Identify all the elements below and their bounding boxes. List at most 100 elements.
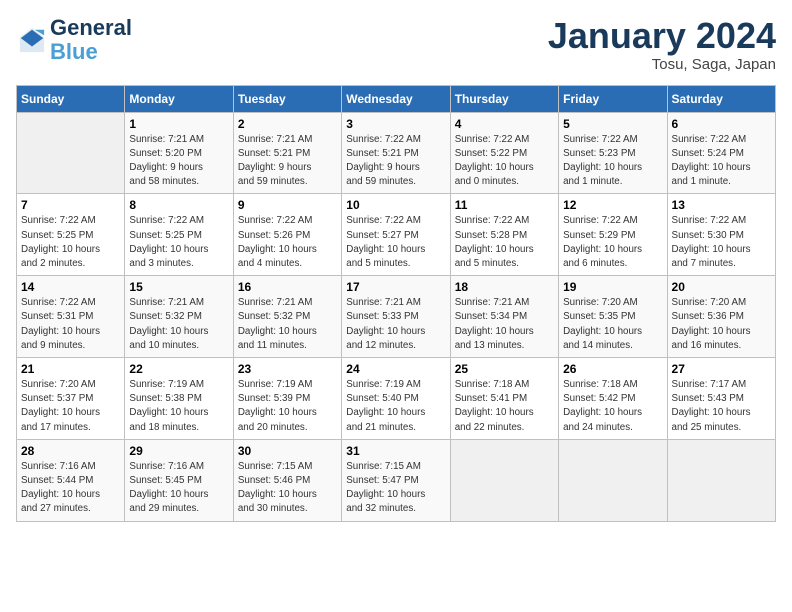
day-number: 9 xyxy=(238,198,337,212)
day-number: 12 xyxy=(563,198,662,212)
day-cell: 22Sunrise: 7:19 AMSunset: 5:38 PMDayligh… xyxy=(125,358,233,440)
day-number: 14 xyxy=(21,280,120,294)
logo-text: GeneralBlue xyxy=(50,16,132,64)
day-number: 7 xyxy=(21,198,120,212)
day-number: 26 xyxy=(563,362,662,376)
calendar-body: 1 Sunrise: 7:21 AMSunset: 5:20 PMDaylight… xyxy=(17,112,776,521)
day-info: Sunrise: 7:19 AMSunset: 5:39 PMDaylight:… xyxy=(238,378,337,435)
day-info: Sunrise: 7:21 AMSunset: 5:32 PMDaylight:… xyxy=(238,296,337,353)
calendar-table: Sunday Monday Tuesday Wednesday Thursday… xyxy=(16,85,776,522)
day-info: Sunrise: 7:19 AMSunset: 5:40 PMDaylight:… xyxy=(346,378,445,435)
logo: GeneralBlue xyxy=(16,16,132,64)
day-cell: 12 Sunrise: 7:22 AMSunset: 5:29 PMDayligh… xyxy=(559,194,667,276)
day-cell: 31 Sunrise: 7:15 AMSunset: 5:47 PMDayligh… xyxy=(342,439,450,521)
day-info: Sunrise: 7:18 AMSunset: 5:42 PMDaylight:… xyxy=(563,378,662,435)
day-number: 18 xyxy=(455,280,554,294)
day-cell: 6 Sunrise: 7:22 AMSunset: 5:24 PMDaylight… xyxy=(667,112,775,194)
day-number: 20 xyxy=(672,280,771,294)
day-cell: 8Sunrise: 7:22 AMSunset: 5:25 PMDaylight… xyxy=(125,194,233,276)
day-number: 5 xyxy=(563,117,662,131)
day-cell: 9 Sunrise: 7:22 AMSunset: 5:26 PMDaylight… xyxy=(233,194,341,276)
week-row-3: 21Sunrise: 7:20 AMSunset: 5:37 PMDayligh… xyxy=(17,358,776,440)
day-cell: 17 Sunrise: 7:21 AMSunset: 5:33 PMDayligh… xyxy=(342,276,450,358)
day-info: Sunrise: 7:21 AMSunset: 5:21 PMDaylight:… xyxy=(238,133,337,190)
day-number: 16 xyxy=(238,280,337,294)
col-saturday: Saturday xyxy=(667,85,775,112)
col-thursday: Thursday xyxy=(450,85,558,112)
title-block: January 2024 Tosu, Saga, Japan xyxy=(548,16,776,73)
day-cell: 3 Sunrise: 7:22 AMSunset: 5:21 PMDaylight… xyxy=(342,112,450,194)
day-cell: 13Sunrise: 7:22 AMSunset: 5:30 PMDayligh… xyxy=(667,194,775,276)
day-info: Sunrise: 7:15 AMSunset: 5:46 PMDaylight:… xyxy=(238,460,337,517)
day-info: Sunrise: 7:22 AMSunset: 5:29 PMDaylight:… xyxy=(563,214,662,271)
day-cell: 19Sunrise: 7:20 AMSunset: 5:35 PMDayligh… xyxy=(559,276,667,358)
day-cell xyxy=(559,439,667,521)
col-wednesday: Wednesday xyxy=(342,85,450,112)
day-number: 11 xyxy=(455,198,554,212)
day-info: Sunrise: 7:21 AMSunset: 5:20 PMDaylight:… xyxy=(129,133,228,190)
day-info: Sunrise: 7:21 AMSunset: 5:34 PMDaylight:… xyxy=(455,296,554,353)
day-cell: 28Sunrise: 7:16 AMSunset: 5:44 PMDayligh… xyxy=(17,439,125,521)
day-cell: 24 Sunrise: 7:19 AMSunset: 5:40 PMDayligh… xyxy=(342,358,450,440)
day-cell: 25Sunrise: 7:18 AMSunset: 5:41 PMDayligh… xyxy=(450,358,558,440)
day-number: 21 xyxy=(21,362,120,376)
day-number: 10 xyxy=(346,198,445,212)
day-info: Sunrise: 7:15 AMSunset: 5:47 PMDaylight:… xyxy=(346,460,445,517)
day-cell xyxy=(17,112,125,194)
week-row-0: 1 Sunrise: 7:21 AMSunset: 5:20 PMDaylight… xyxy=(17,112,776,194)
day-number: 2 xyxy=(238,117,337,131)
day-cell: 15 Sunrise: 7:21 AMSunset: 5:32 PMDayligh… xyxy=(125,276,233,358)
day-info: Sunrise: 7:22 AMSunset: 5:30 PMDaylight:… xyxy=(672,214,771,271)
col-friday: Friday xyxy=(559,85,667,112)
col-monday: Monday xyxy=(125,85,233,112)
day-number: 15 xyxy=(129,280,228,294)
day-info: Sunrise: 7:22 AMSunset: 5:23 PMDaylight:… xyxy=(563,133,662,190)
day-info: Sunrise: 7:22 AMSunset: 5:26 PMDaylight:… xyxy=(238,214,337,271)
day-number: 6 xyxy=(672,117,771,131)
week-row-1: 7Sunrise: 7:22 AMSunset: 5:25 PMDaylight… xyxy=(17,194,776,276)
day-cell: 27Sunrise: 7:17 AMSunset: 5:43 PMDayligh… xyxy=(667,358,775,440)
day-cell: 2 Sunrise: 7:21 AMSunset: 5:21 PMDaylight… xyxy=(233,112,341,194)
day-cell: 26 Sunrise: 7:18 AMSunset: 5:42 PMDayligh… xyxy=(559,358,667,440)
day-info: Sunrise: 7:20 AMSunset: 5:36 PMDaylight:… xyxy=(672,296,771,353)
day-info: Sunrise: 7:16 AMSunset: 5:44 PMDaylight:… xyxy=(21,460,120,517)
day-cell: 7Sunrise: 7:22 AMSunset: 5:25 PMDaylight… xyxy=(17,194,125,276)
day-cell xyxy=(667,439,775,521)
month-title: January 2024 xyxy=(548,16,776,56)
day-cell xyxy=(450,439,558,521)
day-info: Sunrise: 7:21 AMSunset: 5:32 PMDaylight:… xyxy=(129,296,228,353)
day-cell: 16 Sunrise: 7:21 AMSunset: 5:32 PMDayligh… xyxy=(233,276,341,358)
day-info: Sunrise: 7:21 AMSunset: 5:33 PMDaylight:… xyxy=(346,296,445,353)
day-cell: 4Sunrise: 7:22 AMSunset: 5:22 PMDaylight… xyxy=(450,112,558,194)
day-info: Sunrise: 7:22 AMSunset: 5:27 PMDaylight:… xyxy=(346,214,445,271)
day-cell: 29Sunrise: 7:16 AMSunset: 5:45 PMDayligh… xyxy=(125,439,233,521)
day-number: 3 xyxy=(346,117,445,131)
day-cell: 20 Sunrise: 7:20 AMSunset: 5:36 PMDayligh… xyxy=(667,276,775,358)
day-number: 31 xyxy=(346,444,445,458)
day-info: Sunrise: 7:22 AMSunset: 5:28 PMDaylight:… xyxy=(455,214,554,271)
day-cell: 21Sunrise: 7:20 AMSunset: 5:37 PMDayligh… xyxy=(17,358,125,440)
day-info: Sunrise: 7:20 AMSunset: 5:35 PMDaylight:… xyxy=(563,296,662,353)
logo-icon xyxy=(18,26,46,54)
col-tuesday: Tuesday xyxy=(233,85,341,112)
day-info: Sunrise: 7:22 AMSunset: 5:22 PMDaylight:… xyxy=(455,133,554,190)
col-sunday: Sunday xyxy=(17,85,125,112)
header-row: Sunday Monday Tuesday Wednesday Thursday… xyxy=(17,85,776,112)
day-info: Sunrise: 7:22 AMSunset: 5:24 PMDaylight:… xyxy=(672,133,771,190)
day-cell: 10 Sunrise: 7:22 AMSunset: 5:27 PMDayligh… xyxy=(342,194,450,276)
week-row-2: 14Sunrise: 7:22 AMSunset: 5:31 PMDayligh… xyxy=(17,276,776,358)
day-cell: 18 Sunrise: 7:21 AMSunset: 5:34 PMDayligh… xyxy=(450,276,558,358)
day-number: 17 xyxy=(346,280,445,294)
day-number: 23 xyxy=(238,362,337,376)
day-cell: 30Sunrise: 7:15 AMSunset: 5:46 PMDayligh… xyxy=(233,439,341,521)
day-cell: 1 Sunrise: 7:21 AMSunset: 5:20 PMDaylight… xyxy=(125,112,233,194)
day-info: Sunrise: 7:22 AMSunset: 5:21 PMDaylight:… xyxy=(346,133,445,190)
day-number: 25 xyxy=(455,362,554,376)
day-number: 1 xyxy=(129,117,228,131)
day-number: 24 xyxy=(346,362,445,376)
day-info: Sunrise: 7:19 AMSunset: 5:38 PMDaylight:… xyxy=(129,378,228,435)
week-row-4: 28Sunrise: 7:16 AMSunset: 5:44 PMDayligh… xyxy=(17,439,776,521)
day-info: Sunrise: 7:17 AMSunset: 5:43 PMDaylight:… xyxy=(672,378,771,435)
location: Tosu, Saga, Japan xyxy=(548,56,776,73)
day-number: 29 xyxy=(129,444,228,458)
